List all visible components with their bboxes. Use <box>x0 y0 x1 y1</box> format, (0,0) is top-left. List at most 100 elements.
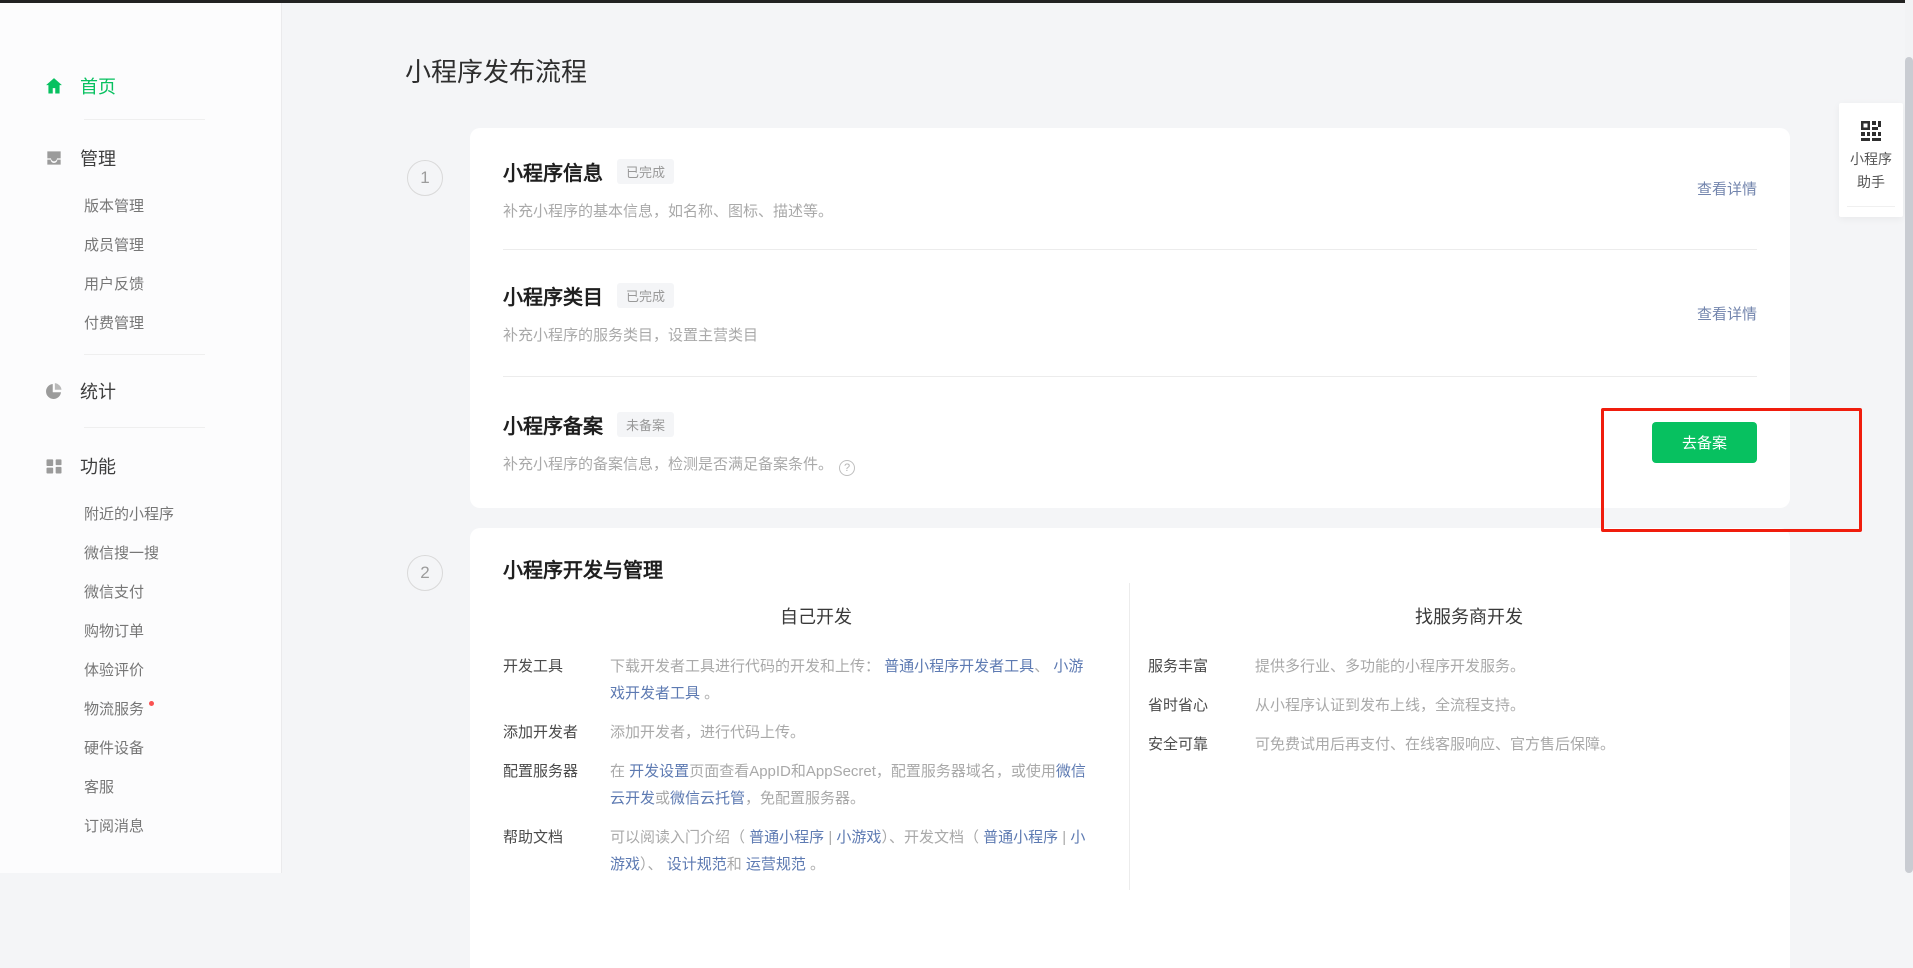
sidebar-item-label: 版本管理 <box>84 195 144 216</box>
inline-link[interactable]: 开发设置 <box>629 763 689 780</box>
dev-row-add-developer: 添加开发者 添加开发者，进行代码上传。 <box>503 719 1129 746</box>
row-content: 在 开发设置页面查看AppID和AppSecret，配置服务器域名，或使用微信云… <box>610 758 1129 812</box>
assistant-label-line2: 助手 <box>1839 171 1903 194</box>
inline-link[interactable]: 运营规范 <box>746 856 806 873</box>
notification-dot <box>149 701 154 706</box>
divider <box>84 427 205 428</box>
row-title: 小程序类目 <box>503 287 603 309</box>
inbox-icon <box>44 148 64 168</box>
vendor-development-column: 找服务商开发 服务丰富 提供多行业、多功能的小程序开发服务。 省时省心 从小程序… <box>1130 583 1790 890</box>
row-label: 开发工具 <box>503 653 593 707</box>
sidebar-group-label: 统计 <box>80 378 116 404</box>
text-segment: 或 <box>655 790 670 807</box>
text-segment: 可以阅读入门介绍（ <box>610 829 749 846</box>
column-header: 找服务商开发 <box>1148 603 1790 629</box>
inline-link[interactable]: 普通小程序开发者工具 <box>884 658 1034 675</box>
row-description: 补充小程序的服务类目，设置主营类目 <box>503 324 758 345</box>
dev-card-title: 小程序开发与管理 <box>503 554 1790 583</box>
miniprogram-assistant-widget[interactable]: 小程序 助手 <box>1839 103 1903 217</box>
row-content: 从小程序认证到发布上线，全流程支持。 <box>1255 692 1790 719</box>
row-description: 补充小程序的基本信息，如名称、图标、描述等。 <box>503 200 833 221</box>
row-content: 可以阅读入门介绍（ 普通小程序 | 小游戏）、开发文档（ 普通小程序 | 小游戏… <box>610 824 1129 878</box>
dev-row-help-docs: 帮助文档 可以阅读入门介绍（ 普通小程序 | 小游戏）、开发文档（ 普通小程序 … <box>503 824 1129 878</box>
text-segment: 下载开发者工具进行代码的开发和上传： <box>610 658 884 675</box>
row-description: 补充小程序的备案信息，检测是否满足备案条件。? <box>503 453 855 476</box>
row-title: 小程序备案 <box>503 416 603 438</box>
sidebar-item-wechat-pay[interactable]: 微信支付 <box>0 572 281 611</box>
go-to-filing-button[interactable]: 去备案 <box>1652 422 1757 463</box>
home-icon <box>44 76 64 96</box>
qr-code-icon <box>1859 119 1883 143</box>
text-segment: ）、 <box>640 856 667 873</box>
row-label: 服务丰富 <box>1148 653 1238 680</box>
inline-link[interactable]: 小游戏 <box>836 829 881 846</box>
sidebar-item-member-management[interactable]: 成员管理 <box>0 225 281 264</box>
sidebar-item-payment-management[interactable]: 付费管理 <box>0 303 281 342</box>
inline-link[interactable]: 设计规范 <box>667 856 727 873</box>
row-label: 安全可靠 <box>1148 731 1238 758</box>
text-segment: 可免费试用后再支付、在线客服响应、官方售后保障。 <box>1255 736 1615 753</box>
sidebar-item-label: 物流服务 <box>84 698 144 719</box>
text-segment: 和 <box>727 856 746 873</box>
sidebar-item-wechat-search[interactable]: 微信搜一搜 <box>0 533 281 572</box>
view-details-link[interactable]: 查看详情 <box>1697 303 1757 324</box>
sidebar-item-shopping-orders[interactable]: 购物订单 <box>0 611 281 650</box>
sidebar-group-label: 功能 <box>80 453 116 479</box>
sidebar-item-label: 附近的小程序 <box>84 503 174 524</box>
divider <box>84 354 205 355</box>
sidebar-item-logistics-service[interactable]: 物流服务 <box>0 689 281 728</box>
row-title: 小程序信息 <box>503 163 603 185</box>
column-header: 自己开发 <box>503 603 1129 629</box>
text-segment: 。 <box>700 685 719 702</box>
sidebar-item-label: 体验评价 <box>84 659 144 680</box>
vendor-row-secure-reliable: 安全可靠 可免费试用后再支付、在线客服响应、官方售后保障。 <box>1148 731 1790 758</box>
row-content: 添加开发者，进行代码上传。 <box>610 719 1129 746</box>
divider <box>84 119 205 120</box>
text-segment: 。 <box>806 856 825 873</box>
sidebar-group-manage[interactable]: 管理 <box>0 138 281 178</box>
text-segment: | <box>1058 829 1070 846</box>
row-content: 提供多行业、多功能的小程序开发服务。 <box>1255 653 1790 680</box>
status-badge-completed: 已完成 <box>617 283 674 308</box>
scrollbar-track[interactable] <box>1905 0 1913 873</box>
sidebar-item-label: 硬件设备 <box>84 737 144 758</box>
sidebar-item-label: 微信支付 <box>84 581 144 602</box>
help-icon[interactable]: ? <box>839 460 855 476</box>
sidebar-item-subscription-messages[interactable]: 订阅消息 <box>0 806 281 845</box>
sidebar-item-label: 首页 <box>80 73 116 99</box>
view-details-link[interactable]: 查看详情 <box>1697 178 1757 199</box>
row-label: 帮助文档 <box>503 824 593 878</box>
sidebar-group-statistics[interactable]: 统计 <box>0 371 281 411</box>
row-miniprogram-info: 小程序信息已完成 补充小程序的基本信息，如名称、图标、描述等。 查看详情 <box>503 128 1757 250</box>
status-badge-not-filed: 未备案 <box>617 412 674 437</box>
pie-chart-icon <box>44 381 64 401</box>
sidebar-item-nearby-miniprograms[interactable]: 附近的小程序 <box>0 494 281 533</box>
sidebar-group-label: 管理 <box>80 145 116 171</box>
development-management-card: 小程序开发与管理 自己开发 开发工具 下载开发者工具进行代码的开发和上传： 普通… <box>470 528 1790 968</box>
sidebar-item-label: 订阅消息 <box>84 815 144 836</box>
sidebar-item-user-feedback[interactable]: 用户反馈 <box>0 264 281 303</box>
inline-link[interactable]: 普通小程序 <box>983 829 1058 846</box>
sidebar-item-label: 用户反馈 <box>84 273 144 294</box>
inline-link[interactable]: 微信云托管 <box>670 790 745 807</box>
sidebar-item-hardware-devices[interactable]: 硬件设备 <box>0 728 281 767</box>
dev-row-tools: 开发工具 下载开发者工具进行代码的开发和上传： 普通小程序开发者工具、 小游戏开… <box>503 653 1129 707</box>
sidebar-item-version-management[interactable]: 版本管理 <box>0 186 281 225</box>
assistant-label-line1: 小程序 <box>1839 148 1903 171</box>
inline-link[interactable]: 普通小程序 <box>749 829 824 846</box>
sidebar-item-customer-service[interactable]: 客服 <box>0 767 281 806</box>
sidebar-item-home[interactable]: 首页 <box>0 65 281 107</box>
row-label: 添加开发者 <box>503 719 593 746</box>
vendor-row-rich-services: 服务丰富 提供多行业、多功能的小程序开发服务。 <box>1148 653 1790 680</box>
sidebar-item-label: 微信搜一搜 <box>84 542 159 563</box>
text-segment: 从小程序认证到发布上线，全流程支持。 <box>1255 697 1525 714</box>
sidebar-group-features[interactable]: 功能 <box>0 446 281 486</box>
text-segment: 添加开发者，进行代码上传。 <box>610 724 805 741</box>
grid-icon <box>44 456 64 476</box>
sidebar: 首页 管理 版本管理 成员管理 用户反馈 付费管理 统计 功能 附近的小程序 微… <box>0 3 282 873</box>
sidebar-item-trial-review[interactable]: 体验评价 <box>0 650 281 689</box>
scrollbar-thumb[interactable] <box>1905 57 1913 873</box>
row-label: 配置服务器 <box>503 758 593 812</box>
text-segment: 、 <box>1034 658 1053 675</box>
text-segment: 提供多行业、多功能的小程序开发服务。 <box>1255 658 1525 675</box>
